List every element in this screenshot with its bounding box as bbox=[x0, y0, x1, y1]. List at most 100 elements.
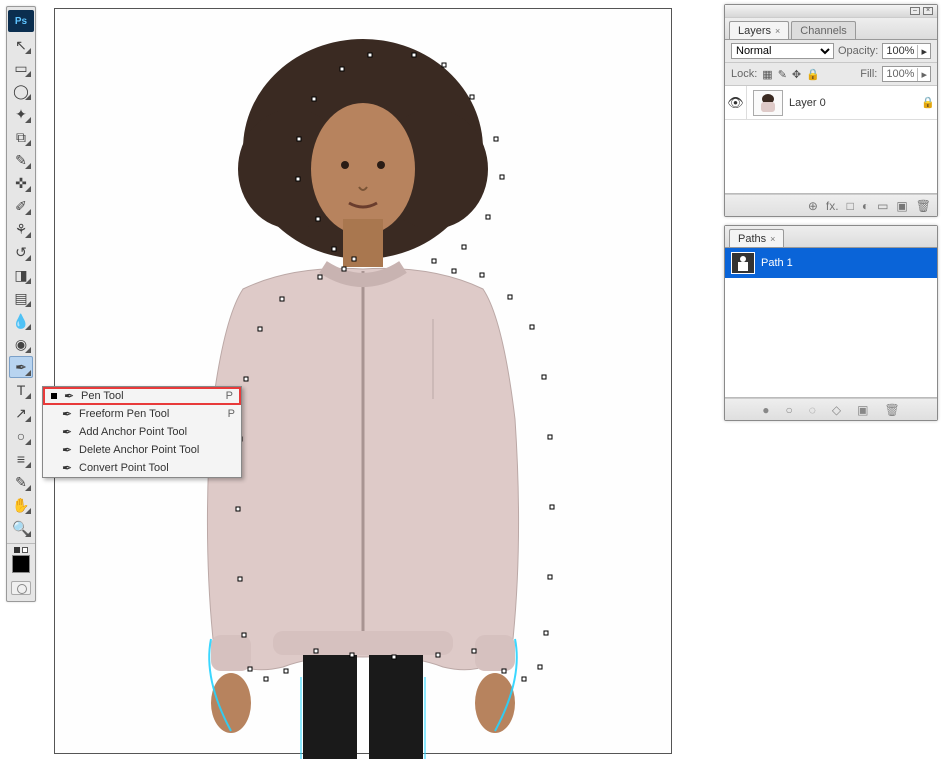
path-anchor[interactable] bbox=[280, 297, 285, 302]
path-anchor[interactable] bbox=[318, 275, 323, 280]
adjustment-icon[interactable]: ◐ bbox=[862, 199, 869, 213]
close-icon[interactable]: × bbox=[770, 234, 775, 244]
fx-icon[interactable]: fx. bbox=[826, 199, 839, 213]
visibility-toggle[interactable]: 👁 bbox=[725, 86, 747, 119]
path-anchor[interactable] bbox=[462, 245, 467, 250]
group-icon[interactable]: ▭ bbox=[877, 199, 888, 213]
lock-all-icon[interactable]: 🔒 bbox=[806, 68, 820, 81]
trash-icon[interactable]: 🗑 bbox=[916, 199, 931, 213]
fill-input[interactable]: 100%▸ bbox=[882, 66, 931, 82]
path-anchor[interactable] bbox=[442, 63, 447, 68]
minimize-button[interactable]: – bbox=[910, 7, 920, 15]
path-anchor[interactable] bbox=[432, 259, 437, 264]
path-anchor[interactable] bbox=[352, 257, 357, 262]
path-anchor[interactable] bbox=[264, 677, 269, 682]
path-anchor[interactable] bbox=[332, 247, 337, 252]
lasso-tool[interactable]: ◯ bbox=[9, 80, 33, 102]
delete-path-icon[interactable]: 🗑 bbox=[884, 403, 899, 417]
mask-icon[interactable]: □ bbox=[847, 199, 854, 213]
path-name[interactable]: Path 1 bbox=[761, 257, 793, 269]
eraser-tool[interactable]: ◨ bbox=[9, 264, 33, 286]
path-anchor[interactable] bbox=[412, 53, 417, 58]
document[interactable] bbox=[54, 8, 672, 754]
healing-tool[interactable]: ✜ bbox=[9, 172, 33, 194]
path-anchor[interactable] bbox=[248, 667, 253, 672]
path-anchor[interactable] bbox=[244, 377, 249, 382]
path-anchor[interactable] bbox=[472, 649, 477, 654]
flyout-item[interactable]: ✒Convert Point Tool bbox=[43, 459, 241, 477]
shape-tool[interactable]: ○ bbox=[9, 425, 33, 447]
type-tool[interactable]: T bbox=[9, 379, 33, 401]
path-anchor[interactable] bbox=[314, 649, 319, 654]
lock-transparent-icon[interactable]: ▦ bbox=[762, 68, 772, 81]
layer-name[interactable]: Layer 0 bbox=[789, 97, 919, 109]
tab-paths[interactable]: Paths× bbox=[729, 229, 784, 247]
path-anchor[interactable] bbox=[340, 67, 345, 72]
path-anchor[interactable] bbox=[550, 505, 555, 510]
path-anchor[interactable] bbox=[342, 267, 347, 272]
path-anchor[interactable] bbox=[316, 217, 321, 222]
path-anchor[interactable] bbox=[508, 295, 513, 300]
path-anchor[interactable] bbox=[470, 95, 475, 100]
tab-layers[interactable]: Layers× bbox=[729, 21, 789, 39]
path-select-tool[interactable]: ↗ bbox=[9, 402, 33, 424]
pen-tool[interactable]: ✒ bbox=[9, 356, 33, 378]
path-anchor[interactable] bbox=[392, 655, 397, 660]
path-anchor[interactable] bbox=[544, 631, 549, 636]
path-anchor[interactable] bbox=[500, 175, 505, 180]
stroke-path-icon[interactable]: ○ bbox=[786, 403, 793, 417]
flyout-item[interactable]: ✒Pen ToolP bbox=[43, 387, 241, 405]
dodge-tool[interactable]: ◉ bbox=[9, 333, 33, 355]
path-anchor[interactable] bbox=[502, 669, 507, 674]
path-anchor[interactable] bbox=[368, 53, 373, 58]
tab-channels[interactable]: Channels bbox=[791, 21, 855, 39]
layer-thumbnail[interactable] bbox=[753, 90, 783, 116]
crop-tool[interactable]: ⧉ bbox=[9, 126, 33, 148]
path-anchor[interactable] bbox=[486, 215, 491, 220]
path-anchor[interactable] bbox=[548, 435, 553, 440]
blend-mode-select[interactable]: Normal bbox=[731, 43, 834, 59]
path-anchor[interactable] bbox=[350, 653, 355, 658]
flyout-item[interactable]: ✒Freeform Pen ToolP bbox=[43, 405, 241, 423]
path-anchor[interactable] bbox=[258, 327, 263, 332]
magic-wand-tool[interactable]: ✦ bbox=[9, 103, 33, 125]
selection-to-path-icon[interactable]: ◇ bbox=[832, 403, 841, 417]
new-layer-icon[interactable]: ▣ bbox=[896, 199, 907, 213]
close-button[interactable]: × bbox=[923, 7, 933, 15]
swatches-toggle[interactable] bbox=[14, 547, 28, 553]
path-anchor[interactable] bbox=[238, 577, 243, 582]
path-anchor[interactable] bbox=[548, 575, 553, 580]
path-anchor[interactable] bbox=[542, 375, 547, 380]
path-anchor[interactable] bbox=[530, 325, 535, 330]
lock-move-icon[interactable]: ✥ bbox=[792, 68, 801, 81]
history-brush-tool[interactable]: ↺ bbox=[9, 241, 33, 263]
path-anchor[interactable] bbox=[452, 269, 457, 274]
move-tool[interactable]: ↖ bbox=[9, 34, 33, 56]
path-anchor[interactable] bbox=[236, 507, 241, 512]
lock-paint-icon[interactable]: ✎ bbox=[778, 68, 787, 81]
fill-path-icon[interactable]: ● bbox=[762, 403, 769, 417]
gradient-tool[interactable]: ▤ bbox=[9, 287, 33, 309]
stamp-tool[interactable]: ⚘ bbox=[9, 218, 33, 240]
quickmask-toggle[interactable] bbox=[11, 581, 31, 595]
path-anchor[interactable] bbox=[284, 669, 289, 674]
path-row[interactable]: Path 1 bbox=[725, 248, 937, 278]
path-anchor[interactable] bbox=[297, 137, 302, 142]
path-anchor[interactable] bbox=[494, 137, 499, 142]
link-icon[interactable]: ⊕ bbox=[808, 199, 818, 213]
eyedropper-tool[interactable]: ✎ bbox=[9, 149, 33, 171]
brush-tool[interactable]: ✐ bbox=[9, 195, 33, 217]
path-anchor[interactable] bbox=[242, 633, 247, 638]
layer-row[interactable]: 👁 Layer 0 🔒 bbox=[725, 86, 937, 120]
blur-tool[interactable]: 💧 bbox=[9, 310, 33, 332]
path-anchor[interactable] bbox=[436, 653, 441, 658]
hand-tool[interactable]: ✋ bbox=[9, 494, 33, 516]
path-thumbnail[interactable] bbox=[731, 252, 755, 274]
path-anchor[interactable] bbox=[296, 177, 301, 182]
path-anchor[interactable] bbox=[522, 677, 527, 682]
eyedropper-2-tool[interactable]: ✎ bbox=[9, 471, 33, 493]
notes-tool[interactable]: ≡ bbox=[9, 448, 33, 470]
foreground-color[interactable] bbox=[12, 555, 30, 573]
zoom-tool[interactable]: 🔍 bbox=[9, 517, 33, 539]
opacity-input[interactable]: 100%▸ bbox=[882, 43, 931, 59]
